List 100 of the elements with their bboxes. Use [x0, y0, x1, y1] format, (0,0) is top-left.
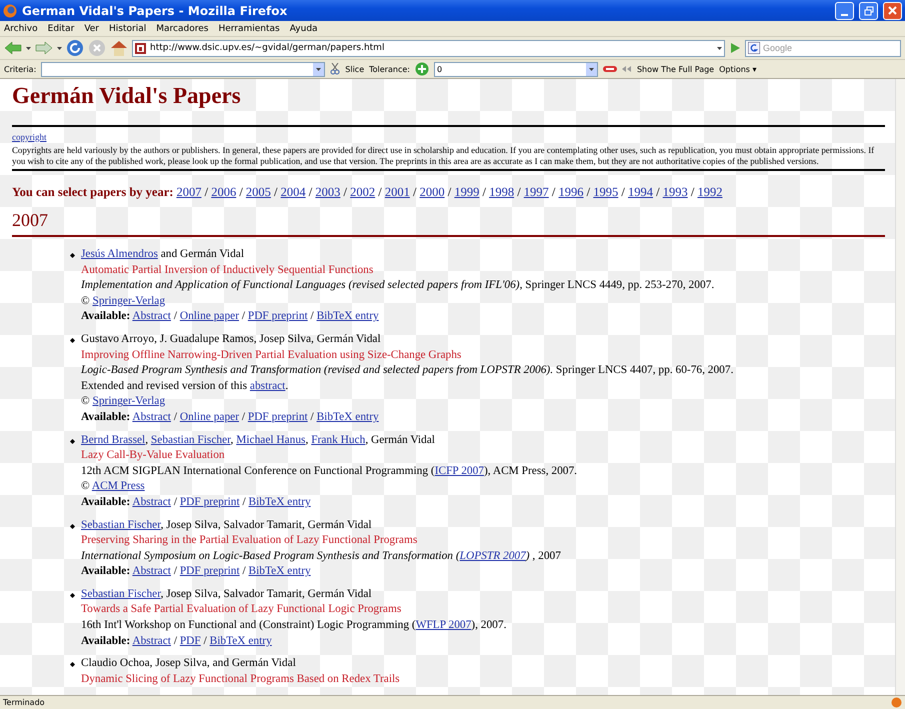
text-link[interactable]: abstract: [250, 380, 286, 392]
text-link[interactable]: Springer-Verlag: [92, 395, 166, 408]
download-link[interactable]: PDF preprint: [180, 565, 240, 578]
publication-line: Logic-Based Program Synthesis and Transformation (revised and selected papers from LOPSTR 2006). Springer LNCS 4407, pp. 60-76, 2007.: [81, 363, 734, 378]
menu-item[interactable]: Editar: [48, 24, 74, 34]
go-arrow-icon[interactable]: [729, 42, 741, 54]
menu-item[interactable]: Herramientas: [218, 24, 280, 34]
year-link[interactable]: 2003: [315, 185, 340, 199]
search-engine-icon[interactable]: [748, 42, 760, 54]
home-icon[interactable]: [110, 39, 128, 57]
scissors-icon[interactable]: [330, 63, 340, 75]
address-field[interactable]: http://www.dsic.upv.es/~gvidal/german/papers.html: [132, 40, 725, 56]
dropdown-caret-icon[interactable]: [588, 68, 594, 70]
dropdown-caret-icon[interactable]: [26, 46, 31, 50]
dropdown-caret-icon[interactable]: [717, 46, 722, 50]
menu-item[interactable]: Historial: [109, 24, 146, 34]
download-link[interactable]: BibTeX entry: [210, 634, 272, 647]
close-button[interactable]: [883, 2, 902, 20]
author-line: Jesús Almendros and Germán Vidal: [81, 247, 244, 262]
separator: /: [273, 185, 279, 199]
tolerance-label: Tolerance:: [369, 64, 410, 74]
text-link[interactable]: Bernd Brassel: [81, 434, 146, 446]
author-line: Bernd Brassel, Sebastian Fischer, Michael Hanus, Frank Huch, Germán Vidal: [81, 432, 435, 448]
scrollbar[interactable]: [895, 79, 905, 695]
year-link[interactable]: 1999: [454, 185, 480, 199]
browser-logo-icon: [3, 4, 17, 18]
author-line: Claudio Ochoa, Josep Silva, and Germán Vidal: [81, 656, 296, 672]
year-link[interactable]: 1995: [593, 185, 618, 199]
dropdown-caret-icon[interactable]: [57, 46, 62, 50]
download-link[interactable]: Online paper: [180, 310, 239, 322]
availability-line: Available: Abstract / Online paper / PDF preprint / BibTeX entry: [81, 309, 379, 324]
minus-icon[interactable]: [602, 64, 617, 74]
menu-item[interactable]: Marcadores: [156, 24, 208, 34]
year-link[interactable]: 2001: [384, 185, 410, 199]
options-menu[interactable]: Options ▾: [719, 64, 757, 74]
menu-item[interactable]: Ver: [84, 24, 100, 34]
text-link[interactable]: LOPSTR 2007: [460, 550, 526, 562]
year-link[interactable]: 1996: [558, 185, 584, 199]
year-link[interactable]: 1998: [489, 185, 514, 199]
download-link[interactable]: PDF preprint: [248, 310, 308, 322]
download-link[interactable]: Abstract: [132, 496, 171, 508]
bullet-icon: [70, 662, 75, 668]
text-link[interactable]: Sebastian Fischer: [81, 588, 161, 600]
author-line: Sebastian Fischer, Josep Silva, Salvador Tamarit, Germán Vidal: [81, 518, 372, 532]
menu-item[interactable]: Ayuda: [290, 24, 318, 34]
separator: /: [586, 185, 592, 199]
author-line: Gustavo Arroyo, J. Guadalupe Ramos, Josep Silva, Germán Vidal: [81, 332, 381, 347]
criteria-combo[interactable]: [41, 62, 326, 76]
download-link[interactable]: BibTeX entry: [248, 496, 311, 508]
year-link[interactable]: 1993: [662, 185, 688, 199]
availability-line: Available: Abstract / Online paper / PDF preprint / BibTeX entry: [81, 410, 379, 425]
download-link[interactable]: Abstract: [132, 565, 171, 578]
year-link[interactable]: 2007: [176, 185, 202, 199]
text-link[interactable]: Frank Huch: [311, 434, 366, 446]
dropdown-caret-icon[interactable]: [316, 68, 322, 70]
plus-icon[interactable]: [414, 62, 429, 76]
download-link[interactable]: Online paper: [180, 410, 239, 423]
maximize-button[interactable]: [859, 2, 878, 20]
year-nav-label: You can select papers by year:: [12, 185, 174, 199]
year-link[interactable]: 1994: [628, 185, 653, 199]
year-link[interactable]: 1997: [524, 185, 549, 199]
separator: /: [620, 185, 626, 199]
text-link[interactable]: Springer-Verlag: [92, 294, 166, 307]
copyright-link[interactable]: copyright: [12, 132, 46, 142]
download-link[interactable]: BibTeX entry: [316, 410, 379, 423]
paper-title: Automatic Partial Inversion of Inductively Sequential Functions: [81, 262, 374, 278]
download-link[interactable]: BibTeX entry: [316, 310, 379, 322]
publication-line: International Symposium on Logic-Based Program Synthesis and Transformation (LOPSTR 2007) , 2007: [81, 548, 561, 564]
show-full-page-button[interactable]: Show The Full Page: [636, 64, 714, 74]
text-link[interactable]: Sebastian Fischer: [81, 518, 161, 530]
text-link[interactable]: Jesús Almendros: [81, 248, 158, 260]
paper-title: Towards a Safe Partial Evaluation of Lazy Functional Logic Programs: [81, 602, 402, 618]
text-link[interactable]: Michael Hanus: [236, 434, 306, 446]
text-link[interactable]: WFLP 2007: [416, 619, 472, 632]
download-link[interactable]: Abstract: [132, 410, 171, 423]
year-link[interactable]: 2004: [280, 185, 306, 199]
download-link[interactable]: Abstract: [132, 634, 171, 647]
year-link[interactable]: 2000: [420, 185, 445, 199]
year-link[interactable]: 2002: [350, 185, 376, 199]
download-link[interactable]: PDF preprint: [248, 410, 308, 423]
availability-line: Available: Abstract / PDF preprint / BibTeX entry: [81, 494, 311, 510]
year-link[interactable]: 1992: [697, 185, 722, 199]
text-link[interactable]: Sebastian Fischer: [150, 434, 231, 446]
download-link[interactable]: BibTeX entry: [248, 565, 311, 578]
minimize-button[interactable]: [835, 2, 854, 20]
download-link[interactable]: PDF preprint: [180, 496, 240, 508]
slice-label[interactable]: Slice: [345, 64, 364, 74]
text-link[interactable]: ACM Press: [92, 480, 145, 492]
close-icon: [888, 6, 897, 15]
year-link[interactable]: 2005: [246, 185, 271, 199]
search-field[interactable]: Google: [745, 40, 901, 56]
download-link[interactable]: Abstract: [132, 310, 171, 322]
separator: /: [516, 185, 522, 199]
text-link[interactable]: ICFP 2007: [434, 464, 484, 477]
browser-status-icon: [891, 697, 902, 708]
download-link[interactable]: PDF: [180, 634, 201, 647]
menu-item[interactable]: Archivo: [4, 24, 38, 34]
reload-icon[interactable]: [66, 39, 84, 57]
year-link[interactable]: 2006: [211, 185, 236, 199]
tolerance-combo[interactable]: 0: [434, 62, 598, 76]
